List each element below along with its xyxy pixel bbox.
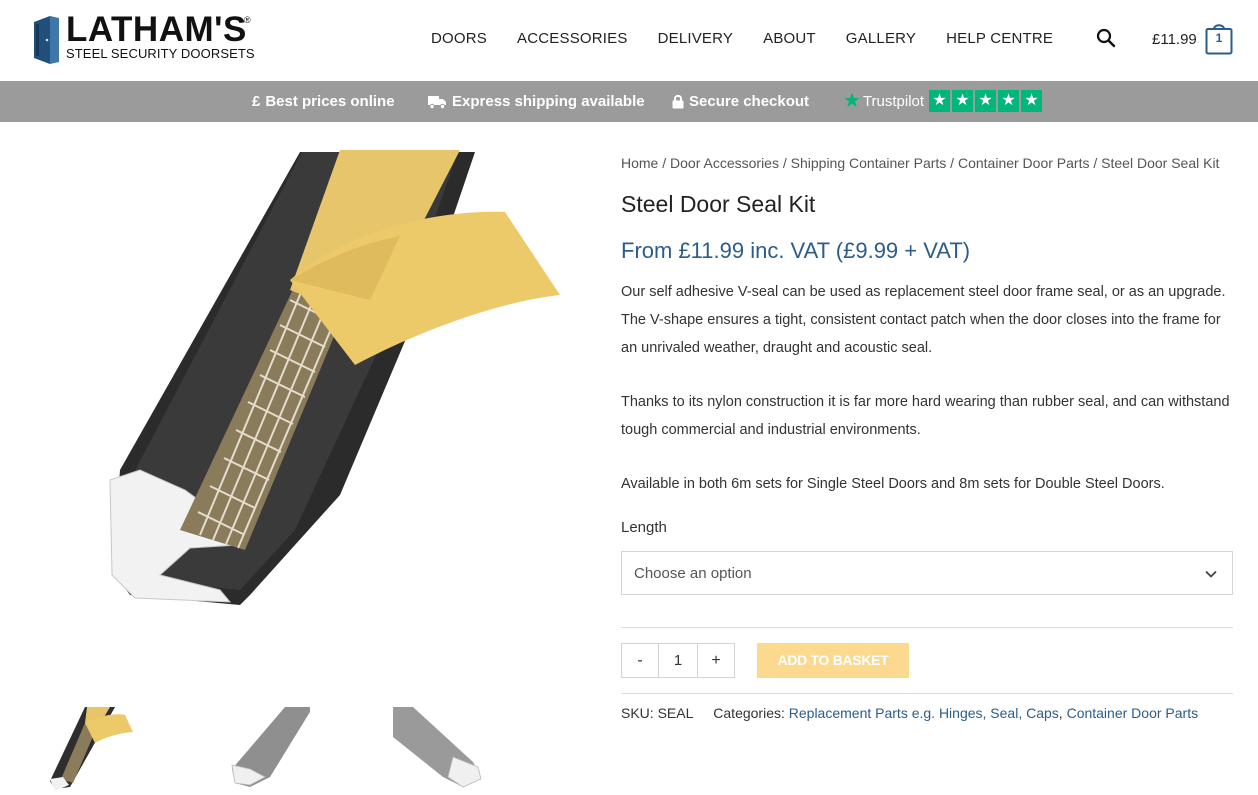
pound-icon: £ [252, 93, 261, 110]
breadcrumb-shipping-container-parts[interactable]: Shipping Container Parts [791, 155, 947, 171]
sku-value: SEAL [657, 705, 694, 721]
divider [621, 693, 1233, 694]
quantity-decrease-button[interactable]: - [621, 643, 659, 678]
breadcrumb-separator: / [658, 155, 671, 171]
category-link-replacement-parts[interactable]: Replacement Parts e.g. Hinges, Seal, Cap… [789, 705, 1059, 721]
site-header: LATHAM'S ® STEEL SECURITY DOORSETS DOORS… [0, 0, 1258, 81]
product-description: Our self adhesive V-seal can be used as … [621, 278, 1231, 524]
trustpilot-name: Trustpilot [862, 92, 925, 110]
categories: Categories: Replacement Parts e.g. Hinge… [713, 705, 1198, 721]
quantity-input[interactable]: 1 [659, 643, 697, 678]
product-title: Steel Door Seal Kit [621, 191, 816, 217]
rating-star-icon: ★ [952, 90, 974, 112]
breadcrumb-separator: / [1089, 155, 1102, 171]
thumbnail-1[interactable] [45, 707, 135, 795]
site-logo[interactable]: LATHAM'S ® STEEL SECURITY DOORSETS [32, 10, 257, 66]
divider [621, 627, 1233, 628]
product-meta: SKU: SEAL Categories: Replacement Parts … [621, 705, 1198, 721]
logo-tagline: STEEL SECURITY DOORSETS [66, 46, 255, 61]
promo-secure: Secure checkout [672, 93, 809, 110]
rating-star-icon: ★ [929, 90, 951, 112]
door-logo-icon [34, 16, 59, 64]
lock-icon [672, 94, 684, 109]
description-paragraph: Thanks to its nylon construction it is f… [621, 394, 1230, 438]
nav-item-delivery[interactable]: DELIVERY [658, 30, 734, 47]
categories-label: Categories: [713, 705, 785, 721]
breadcrumb-home[interactable]: Home [621, 155, 658, 171]
rating-star-icon: ★ [1021, 90, 1043, 112]
description-paragraph: Available in both 6m sets for Single Ste… [621, 476, 1165, 492]
promo-secure-label: Secure checkout [689, 93, 810, 110]
sku: SKU: SEAL [621, 705, 693, 721]
breadcrumb-door-accessories[interactable]: Door Accessories [670, 155, 779, 171]
quantity-stepper: - 1 + [621, 643, 735, 678]
sku-label: SKU: [621, 705, 654, 721]
trustpilot-rating: ★ ★ ★ ★ ★ [929, 90, 1043, 112]
breadcrumb-current: Steel Door Seal Kit [1101, 155, 1220, 171]
length-select-value: Choose an option [634, 565, 752, 582]
thumbnail-2[interactable] [220, 707, 310, 795]
add-to-basket-button[interactable]: ADD TO BASKET [757, 643, 909, 678]
chevron-down-icon [1205, 570, 1217, 578]
promo-shipping: Express shipping available [428, 93, 645, 110]
truck-icon [428, 95, 446, 109]
thumbnail-3[interactable] [393, 707, 483, 795]
logo-name: LATHAM'S [66, 10, 247, 49]
promo-bar: £ Best prices online Express shipping av… [0, 81, 1258, 122]
breadcrumb: Home / Door Accessories / Shipping Conta… [621, 155, 1219, 171]
nav-item-gallery[interactable]: GALLERY [846, 30, 916, 47]
nav-item-about[interactable]: ABOUT [763, 30, 816, 47]
cart-button[interactable]: 1 [1205, 22, 1233, 55]
promo-shipping-label: Express shipping available [452, 93, 645, 110]
main-nav: DOORS ACCESSORIES DELIVERY ABOUT GALLERY… [431, 30, 1083, 47]
trustpilot-star-icon: ★ [843, 90, 861, 112]
breadcrumb-separator: / [778, 155, 791, 171]
rating-star-icon: ★ [998, 90, 1020, 112]
quantity-increase-button[interactable]: + [697, 643, 735, 678]
trustpilot-widget[interactable]: ★ Trustpilot ★ ★ ★ ★ ★ [843, 90, 1043, 112]
cart-count-badge: 1 [1215, 31, 1223, 45]
product-main-image[interactable] [40, 150, 570, 610]
length-label: Length [621, 519, 667, 536]
breadcrumb-container-door-parts[interactable]: Container Door Parts [958, 155, 1090, 171]
cart-total[interactable]: £11.99 [1152, 31, 1197, 48]
logo-registered-mark: ® [244, 15, 251, 25]
nav-item-accessories[interactable]: ACCESSORIES [517, 30, 628, 47]
description-paragraph: Our self adhesive V-seal can be used as … [621, 284, 1226, 356]
rating-star-icon: ★ [975, 90, 997, 112]
promo-best-prices-label: Best prices online [265, 93, 395, 110]
length-select[interactable]: Choose an option [621, 551, 1233, 595]
promo-best-prices: £ Best prices online [252, 93, 395, 110]
nav-item-help-centre[interactable]: HELP CENTRE [946, 30, 1053, 47]
nav-item-doors[interactable]: DOORS [431, 30, 487, 47]
breadcrumb-separator: / [946, 155, 958, 171]
category-separator: , [1058, 705, 1067, 721]
product-price: From £11.99 inc. VAT (£9.99 + VAT) [621, 238, 971, 263]
search-icon[interactable] [1096, 28, 1116, 48]
category-link-container-door-parts[interactable]: Container Door Parts [1067, 705, 1199, 721]
